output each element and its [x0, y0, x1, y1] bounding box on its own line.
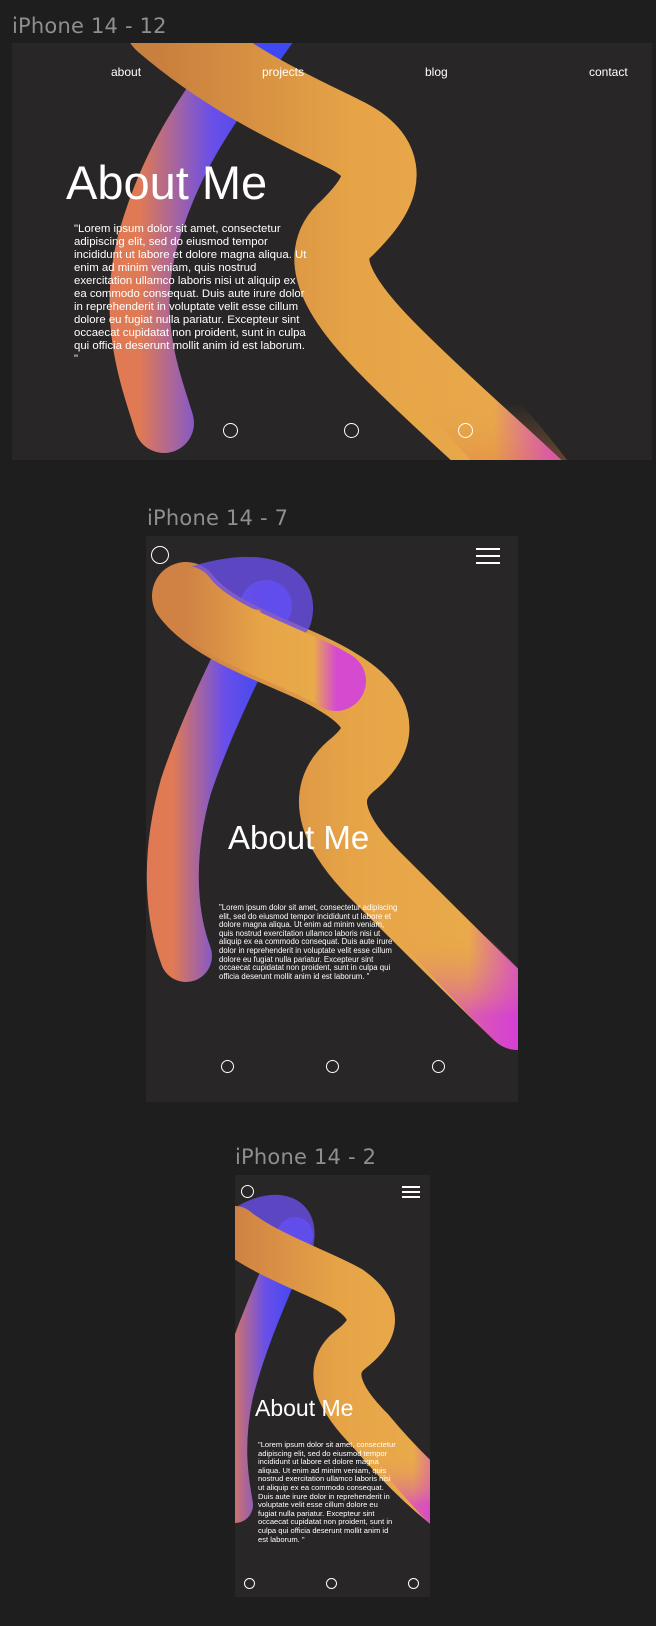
pager-dot-3[interactable] — [432, 1060, 445, 1073]
hamburger-icon[interactable] — [402, 1186, 420, 1198]
pager-dot-2[interactable] — [326, 1060, 339, 1073]
pager-dot-1[interactable] — [244, 1578, 255, 1589]
page-title: About Me — [228, 819, 370, 856]
pager-dot-2[interactable] — [326, 1578, 337, 1589]
pager-dot-1[interactable] — [223, 423, 238, 438]
frame-label-phone: iPhone 14 - 2 — [235, 1145, 377, 1169]
pager-dot-3[interactable] — [458, 423, 473, 438]
frame-desktop: about projects blog contact About Me "Lo… — [12, 43, 652, 460]
nav-link-about[interactable]: about — [111, 65, 141, 79]
pager-dot-2[interactable] — [344, 423, 359, 438]
nav-link-projects[interactable]: projects — [262, 65, 304, 79]
about-paragraph: "Lorem ipsum dolor sit amet, consectetur… — [74, 223, 307, 365]
page-title: About Me — [255, 1395, 354, 1421]
about-paragraph: "Lorem ipsum dolor sit amet, consectetur… — [219, 903, 398, 981]
nav-link-blog[interactable]: blog — [425, 65, 448, 79]
pager-dot-1[interactable] — [221, 1060, 234, 1073]
frame-tablet: About Me "Lorem ipsum dolor sit amet, co… — [146, 536, 518, 1102]
hamburger-icon[interactable] — [476, 548, 500, 564]
design-canvas: iPhone 14 - 12 about projects blog conta… — [0, 0, 656, 1626]
frame-label-tablet: iPhone 14 - 7 — [147, 506, 289, 530]
page-title: About Me — [66, 156, 268, 209]
nav-link-contact[interactable]: contact — [589, 65, 628, 79]
logo-circle-icon[interactable] — [241, 1185, 254, 1198]
about-paragraph: "Lorem ipsum dolor sit amet, consectetur… — [258, 1440, 396, 1544]
frame-label-desktop: iPhone 14 - 12 — [12, 14, 167, 38]
logo-circle-icon[interactable] — [151, 546, 169, 564]
frame-phone: About Me "Lorem ipsum dolor sit amet, co… — [235, 1175, 430, 1597]
pager-dot-3[interactable] — [408, 1578, 419, 1589]
